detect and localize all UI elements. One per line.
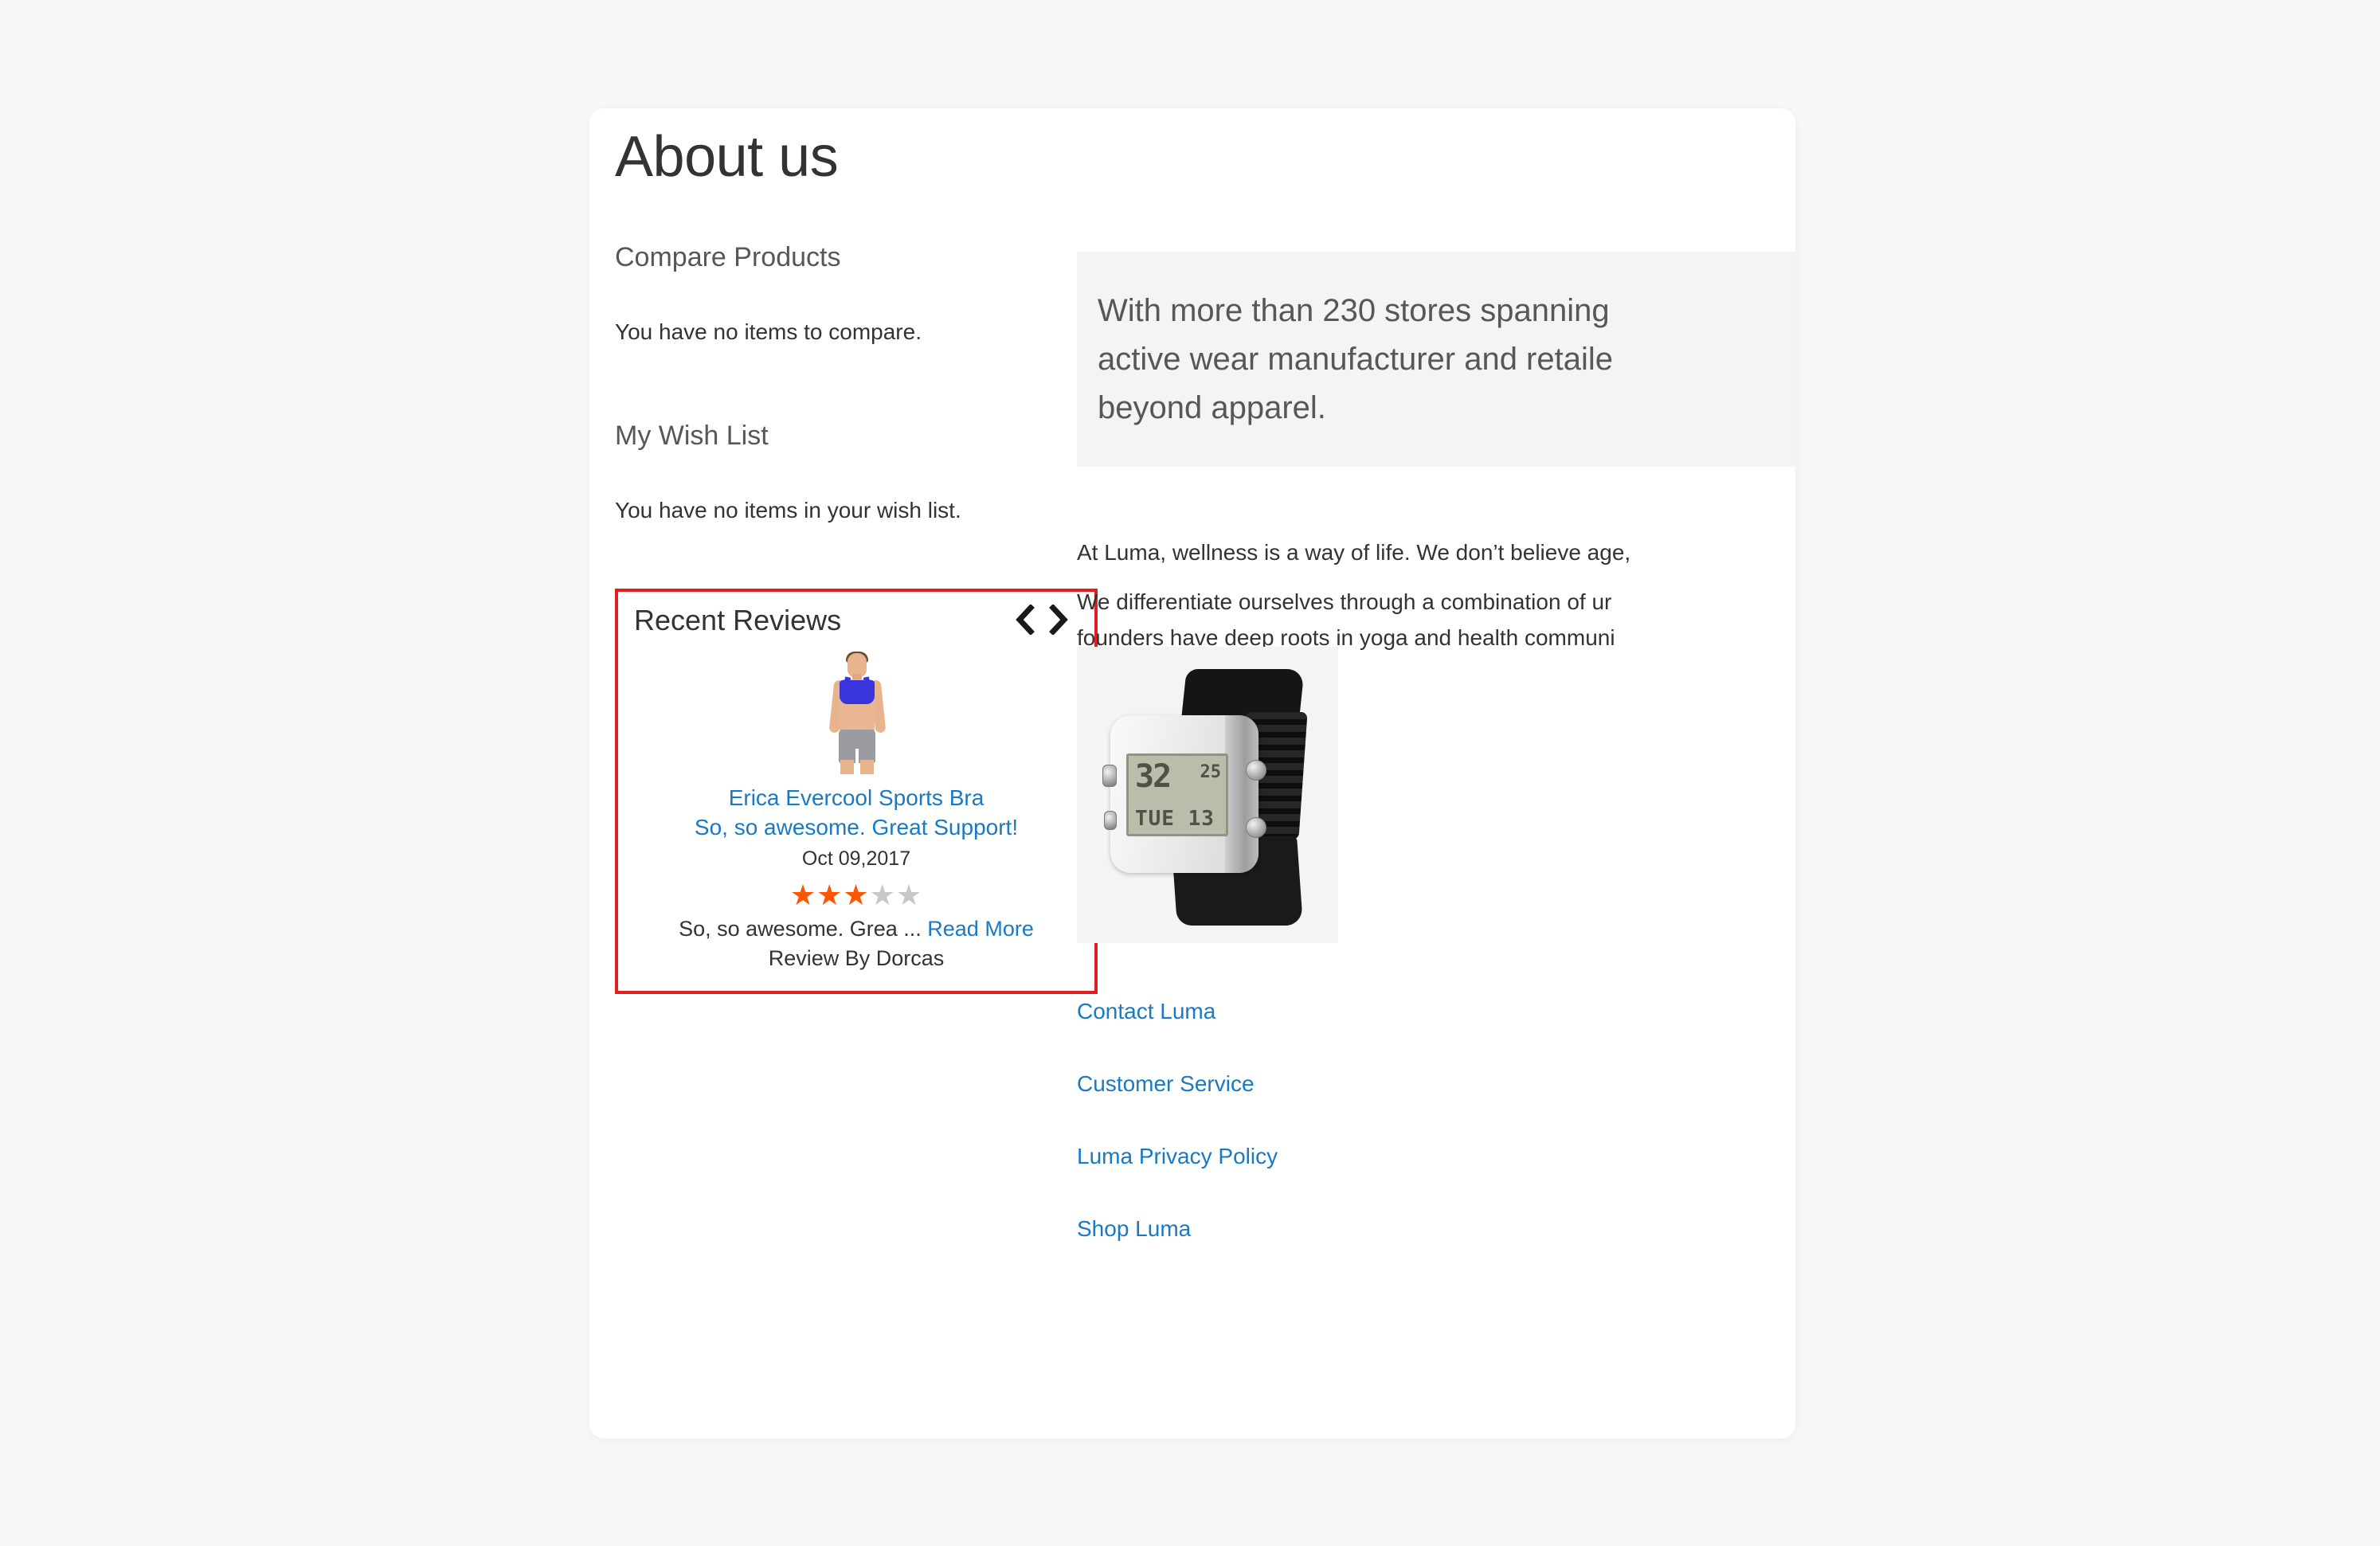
watch-button-top — [1246, 760, 1266, 781]
recent-reviews-widget: Recent Reviews Erica Evercool Sports Bra… — [615, 588, 1098, 995]
wish-list-block: My Wish List You have no items in your w… — [615, 421, 1069, 526]
rating-stars-empty: ★★ — [869, 878, 923, 911]
watch-seconds-display: 25 — [1200, 762, 1222, 782]
footer-links-list: Contact Luma Customer Service Luma Priva… — [1077, 997, 1555, 1243]
review-product-name-link[interactable]: Erica Evercool Sports Bra — [631, 784, 1082, 813]
recent-reviews-header: Recent Reviews — [631, 603, 1082, 636]
intro-quote-box: With more than 230 stores spanning activ… — [1077, 252, 1795, 468]
watch-bezel — [1225, 715, 1259, 873]
thumb-sports-bra — [840, 680, 875, 705]
link-contact-luma[interactable]: Contact Luma — [1077, 997, 1215, 1025]
review-date: Oct 09,2017 — [801, 847, 911, 871]
intro-quote-line-2: active wear manufacturer and retaile — [1098, 341, 1613, 377]
body-paragraph-2: We differentiate ourselves through a com… — [1077, 585, 1795, 656]
wish-list-empty-message: You have no items in your wish list. — [615, 498, 961, 523]
link-customer-service[interactable]: Customer Service — [1077, 1070, 1255, 1098]
watch-side-button-left-bottom — [1104, 811, 1117, 830]
body-paragraph-1: At Luma, wellness is a way of life. We d… — [1077, 540, 1631, 565]
body-paragraph-2-line-1: We differentiate ourselves through a com… — [1077, 589, 1612, 614]
review-excerpt-text: So, so awesome. Grea ... — [679, 916, 922, 941]
review-item: Erica Evercool Sports Bra So, so awesome… — [631, 636, 1082, 973]
review-rating-stars: ★★★★★ — [631, 875, 1082, 914]
link-shop-luma[interactable]: Shop Luma — [1077, 1215, 1191, 1243]
thumb-shorts — [839, 730, 875, 764]
compare-products-block: Compare Products You have no items to co… — [615, 242, 1069, 347]
watch-lcd-screen: 32 25 TUE 13 — [1126, 753, 1228, 836]
rating-stars-filled: ★★★ — [789, 878, 870, 911]
recent-reviews-title: Recent Reviews — [634, 603, 842, 636]
chevron-right-icon[interactable] — [1048, 605, 1069, 636]
intro-quote-line-1: With more than 230 stores spanning — [1098, 293, 1610, 328]
watch-image-container: 32 25 TUE 13 — [1077, 647, 1338, 943]
compare-products-empty-message: You have no items to compare. — [615, 319, 922, 345]
recent-reviews-nav — [1015, 605, 1078, 636]
compare-products-title: Compare Products — [615, 242, 841, 272]
chevron-left-icon[interactable] — [1015, 605, 1035, 636]
about-us-page-card: About us Compare Products You have no it… — [589, 108, 1795, 1438]
intro-quote-line-3: beyond apparel. — [1098, 389, 1326, 425]
thumb-leg-right — [860, 760, 874, 775]
watch-day-display: TUE 13 — [1135, 807, 1215, 831]
thumb-leg-left — [840, 760, 854, 775]
sidebar-column: Compare Products You have no items to co… — [615, 242, 1098, 995]
screenshot-viewport: About us Compare Products You have no it… — [0, 0, 2380, 1546]
link-luma-privacy-policy[interactable]: Luma Privacy Policy — [1077, 1142, 1278, 1170]
review-excerpt-line: So, so awesome. Grea ... Read More — [631, 914, 1082, 944]
page-body: Compare Products You have no items to co… — [589, 242, 1795, 1438]
wish-list-title: My Wish List — [615, 421, 769, 452]
digital-watch-product-image: 32 25 TUE 13 — [1102, 666, 1311, 926]
review-author: Review By Dorcas — [768, 945, 945, 970]
watch-time-display: 32 — [1135, 758, 1172, 795]
watch-button-bottom — [1246, 817, 1266, 838]
watch-side-button-left-top — [1102, 765, 1117, 787]
page-title: About us — [615, 125, 839, 189]
review-title-link[interactable]: So, so awesome. Great Support! — [631, 813, 1082, 843]
review-product-thumbnail[interactable] — [812, 652, 900, 775]
read-more-link[interactable]: Read More — [927, 917, 1034, 941]
